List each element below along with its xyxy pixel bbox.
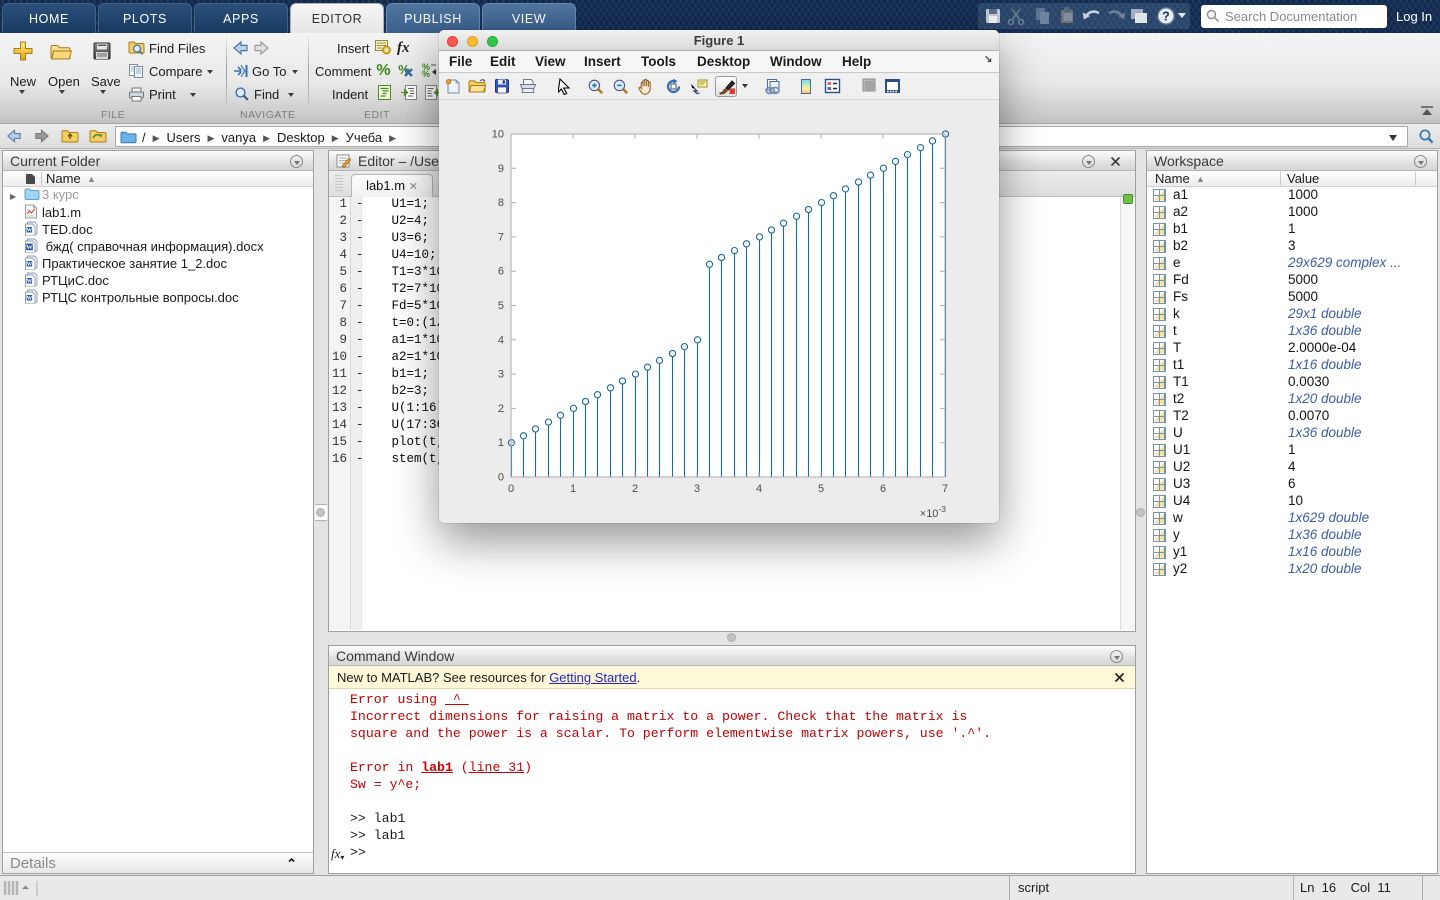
svg-text:5: 5 (818, 483, 824, 495)
svg-text:6: 6 (880, 483, 886, 495)
svg-text:W: W (27, 296, 33, 302)
svg-text:4: 4 (498, 334, 504, 346)
svg-text:W: W (26, 244, 33, 251)
svg-text:7: 7 (942, 483, 948, 495)
svg-text:1: 1 (498, 437, 504, 449)
svg-text:3: 3 (694, 483, 700, 495)
svg-text:8: 8 (498, 197, 504, 209)
svg-text:3: 3 (498, 369, 504, 381)
svg-text:2: 2 (632, 483, 638, 495)
svg-text:?: ? (1162, 10, 1170, 24)
svg-text:7: 7 (498, 231, 504, 243)
svg-text:%: % (422, 69, 430, 78)
svg-text:W: W (27, 262, 33, 268)
svg-text:1: 1 (570, 483, 576, 495)
svg-text:0: 0 (508, 483, 514, 495)
svg-text:5: 5 (498, 300, 504, 312)
svg-text:2: 2 (498, 403, 504, 415)
svg-text:W: W (27, 279, 33, 285)
svg-text:%: % (398, 62, 410, 77)
svg-text:W: W (27, 228, 33, 234)
svg-text:9: 9 (498, 163, 504, 175)
svg-text:4: 4 (756, 483, 762, 495)
svg-text:%: % (376, 62, 390, 78)
svg-text:10: 10 (492, 129, 504, 141)
svg-text:6: 6 (498, 266, 504, 278)
svg-text:×10-3: ×10-3 (920, 504, 947, 520)
svg-text:0: 0 (498, 472, 504, 484)
